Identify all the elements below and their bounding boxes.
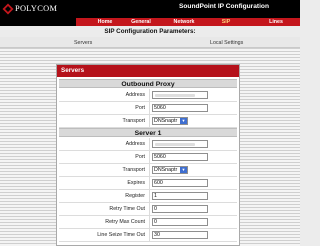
tab-lines[interactable]: Lines (264, 18, 288, 26)
chevron-down-icon[interactable]: ▼ (180, 118, 187, 124)
server1-expires-input[interactable]: 600 (152, 179, 208, 187)
server1-transport-value: DNSnaptr (154, 167, 178, 173)
server1-retry-timeout-label: Retry Time Out (109, 206, 145, 212)
chevron-down-icon[interactable]: ▼ (180, 167, 187, 173)
tab-sip[interactable]: SIP (216, 18, 236, 26)
outbound-transport-label: Transport (122, 118, 145, 124)
server1-line-seize-label: Line Seize Time Out (97, 232, 145, 238)
server1-address-row: Address (59, 138, 237, 151)
server1-port-input[interactable]: 5060 (152, 153, 208, 161)
server1-register-input[interactable]: 1 (152, 192, 208, 200)
logo-text: POLYCOM (15, 4, 58, 13)
outbound-proxy-heading: Outbound Proxy (59, 79, 237, 88)
outbound-port-label: Port (135, 105, 145, 111)
outbound-transport-select[interactable]: DNSnaptr ▼ (152, 117, 188, 125)
tab-home[interactable]: Home (92, 18, 118, 26)
server1-line-seize-row: Line Seize Time Out 30 (59, 229, 237, 242)
server1-retry-timeout-row: Retry Time Out 0 (59, 203, 237, 216)
server1-retry-max-input[interactable]: 0 (152, 218, 208, 226)
subnav-local-settings-link[interactable]: Local Settings (210, 40, 243, 46)
server1-heading: Server 1 (59, 128, 237, 137)
server1-transport-label: Transport (122, 167, 145, 173)
polycom-logo-mark-icon (2, 3, 14, 15)
nav-left-strip (0, 18, 76, 26)
server1-retry-max-row: Retry Max Count 0 (59, 216, 237, 229)
server1-port-label: Port (135, 154, 145, 160)
page-title: SIP Configuration Parameters: (0, 27, 300, 37)
polycom-logo: POLYCOM (2, 3, 64, 15)
outbound-port-input[interactable]: 5060 (152, 104, 208, 112)
server1-register-row: Register 1 (59, 190, 237, 203)
outbound-port-row: Port 5060 (59, 102, 237, 115)
app-title: SoundPoint IP Configuration (179, 3, 269, 10)
server1-expires-label: Expires (127, 180, 145, 186)
subnav-servers-link[interactable]: Servers (74, 40, 92, 46)
server1-line-seize-input[interactable]: 30 (152, 231, 208, 239)
tab-general[interactable]: General (124, 18, 158, 26)
server1-register-label: Register (125, 193, 145, 199)
server1-address-input[interactable] (152, 140, 208, 148)
server1-transport-row: Transport DNSnaptr ▼ (59, 164, 237, 177)
server1-port-row: Port 5060 (59, 151, 237, 164)
panel-title: Servers (57, 65, 239, 77)
outbound-address-row: Address (59, 89, 237, 102)
server1-retry-max-label: Retry Max Count (105, 219, 145, 225)
outbound-transport-row: Transport DNSnaptr ▼ (59, 115, 237, 128)
outbound-address-input[interactable] (152, 91, 208, 99)
tab-network[interactable]: Network (166, 18, 202, 26)
outbound-address-label: Address (125, 92, 145, 98)
server1-expires-row: Expires 600 (59, 177, 237, 190)
servers-panel: Servers Outbound Proxy Address Port 5060… (56, 64, 240, 246)
server1-transport-select[interactable]: DNSnaptr ▼ (152, 166, 188, 174)
outbound-transport-value: DNSnaptr (154, 118, 178, 124)
server1-retry-timeout-input[interactable]: 0 (152, 205, 208, 213)
server1-address-label: Address (125, 141, 145, 147)
main-nav: Home General Network SIP Lines (76, 18, 300, 26)
subnav: Servers Local Settings (0, 37, 300, 48)
